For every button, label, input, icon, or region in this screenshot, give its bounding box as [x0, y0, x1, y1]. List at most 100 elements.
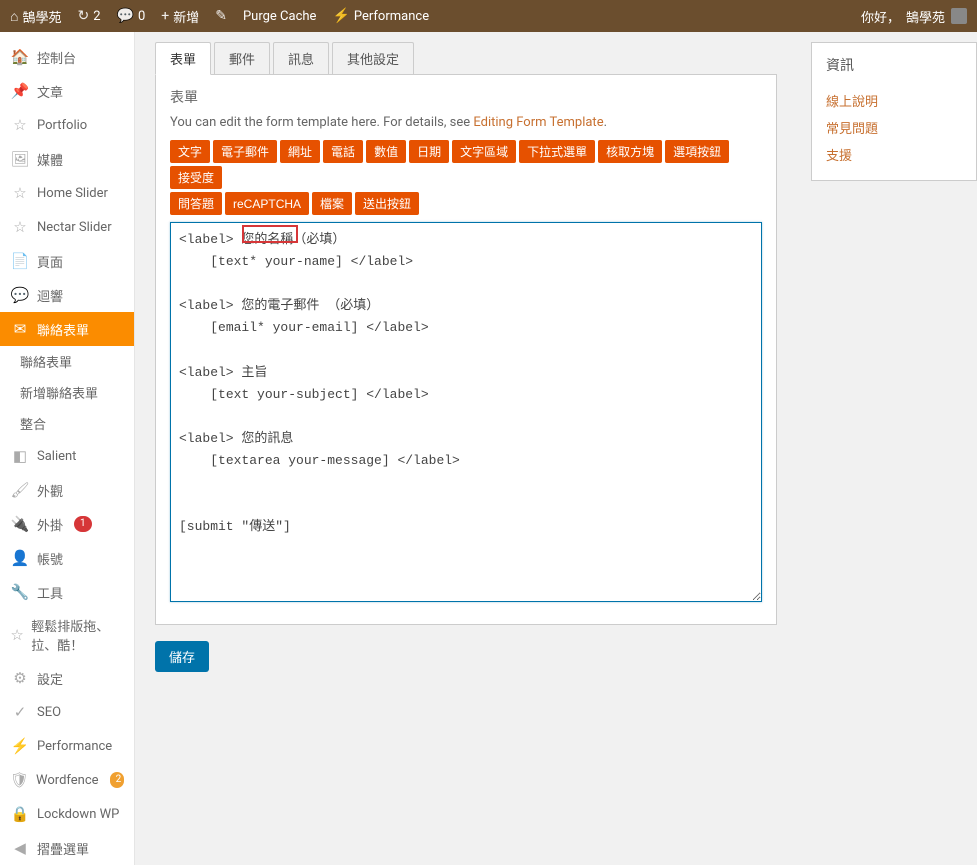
menu-label: 輕鬆排版拖、拉、酷！	[31, 616, 124, 654]
menu-item--[interactable]: 🖼 媒體	[0, 142, 134, 176]
info-link[interactable]: 支援	[826, 141, 962, 168]
info-link[interactable]: 常見問題	[826, 114, 962, 141]
collapse-icon: ◀	[10, 838, 30, 858]
menu-item-home-slider[interactable]: ☆Home Slider	[0, 176, 134, 210]
menu-item-portfolio[interactable]: ☆Portfolio	[0, 108, 134, 142]
site-link[interactable]: ⌂ 鵠學苑	[10, 7, 61, 26]
info-title: 資訊	[826, 55, 962, 75]
new-label: 新增	[173, 7, 199, 26]
menu-item--[interactable]: 📄頁面	[0, 244, 134, 278]
submenu-item[interactable]: 新增聯絡表單	[10, 377, 134, 408]
info-panel: 資訊 線上說明常見問題支援	[811, 42, 977, 181]
settings-icon: ⚙	[10, 668, 30, 688]
menu-item-salient[interactable]: ◧Salient	[0, 439, 134, 473]
tag-button[interactable]: 檔案	[312, 192, 352, 215]
main-content: 表單郵件訊息其他設定 表單 You can edit the form temp…	[135, 32, 797, 865]
star-icon: ☆	[10, 217, 30, 237]
form-panel: 表單 You can edit the form template here. …	[155, 74, 777, 625]
tag-row-2: 問答題reCAPTCHA檔案送出按鈕	[170, 192, 762, 215]
comment-icon: 💬	[117, 8, 134, 24]
menu-label: 設定	[37, 669, 63, 688]
speedometer-icon: 🏠	[10, 47, 30, 67]
menu-item--[interactable]: 🔧工具	[0, 575, 134, 609]
updates-count: 2	[93, 9, 100, 24]
site-name: 鵠學苑	[22, 7, 61, 26]
purge-cache[interactable]: Purge Cache	[243, 9, 316, 24]
tag-button[interactable]: 電子郵件	[213, 140, 277, 163]
comments-link[interactable]: 💬 0	[117, 8, 146, 24]
updates-icon: ↻	[77, 8, 89, 24]
menu-item-lockdown-wp[interactable]: 🔒 Lockdown WP	[0, 797, 134, 831]
menu-item--[interactable]: ✉聯絡表單	[0, 312, 134, 346]
menu-item--[interactable]: 🖌外觀	[0, 473, 134, 507]
submenu-item[interactable]: 整合	[10, 408, 134, 439]
submenu-item[interactable]: 聯絡表單	[10, 346, 134, 377]
wf-icon: 🛡	[10, 770, 29, 790]
menu-item--[interactable]: 🏠控制台	[0, 40, 134, 74]
salient-icon: ◧	[10, 446, 30, 466]
avatar	[951, 8, 967, 24]
badge: 2	[110, 772, 124, 788]
menu-item--[interactable]: ⚙ 設定	[0, 661, 134, 695]
lock-icon: 🔒	[10, 804, 30, 824]
menu-label: 外觀	[37, 481, 63, 500]
star-icon: ☆	[10, 183, 30, 203]
menu-item--[interactable]: 💬迴響	[0, 278, 134, 312]
form-template-textarea[interactable]	[170, 222, 762, 602]
greeting-name: 鵠學苑	[906, 7, 945, 26]
menu-label: 媒體	[37, 150, 63, 169]
badge: 1	[74, 516, 92, 532]
menu-label: 摺疊選單	[37, 839, 89, 858]
updates-link[interactable]: ↻ 2	[77, 8, 100, 24]
tag-button[interactable]: reCAPTCHA	[225, 192, 309, 215]
menu-label: SEO	[37, 705, 61, 720]
menu-item--[interactable]: ☆輕鬆排版拖、拉、酷！	[0, 609, 134, 661]
menu-label: 迴響	[37, 286, 63, 305]
tag-button[interactable]: 文字區域	[452, 140, 516, 163]
tab-訊息[interactable]: 訊息	[273, 42, 329, 74]
plus-icon: +	[161, 8, 169, 24]
menu-item-wordfence[interactable]: 🛡Wordfence2	[0, 763, 134, 797]
tag-button[interactable]: 文字	[170, 140, 210, 163]
tag-button[interactable]: 下拉式選單	[519, 140, 595, 163]
home-icon: ⌂	[10, 8, 18, 25]
tag-button[interactable]: 選項按鈕	[665, 140, 729, 163]
info-link[interactable]: 線上說明	[826, 87, 962, 114]
menu-item--[interactable]: 📌文章	[0, 74, 134, 108]
editing-template-link[interactable]: Editing Form Template	[473, 115, 603, 130]
edit-link[interactable]: ✎	[215, 8, 227, 24]
user-icon: 👤	[10, 548, 30, 568]
tag-button[interactable]: 核取方塊	[598, 140, 662, 163]
tag-button[interactable]: 送出按鈕	[355, 192, 419, 215]
menu-label: 外掛	[37, 515, 63, 534]
menu-label: Nectar Slider	[37, 220, 112, 235]
tab-表單[interactable]: 表單	[155, 42, 211, 75]
save-button[interactable]: 儲存	[155, 641, 209, 672]
menu-item-nectar-slider[interactable]: ☆ Nectar Slider	[0, 210, 134, 244]
tag-button[interactable]: 日期	[409, 140, 449, 163]
purge-label: Purge Cache	[243, 9, 316, 24]
tag-button[interactable]: 網址	[280, 140, 320, 163]
menu-label: Lockdown WP	[37, 807, 119, 822]
menu-item-performance[interactable]: ⚡Performance	[0, 729, 134, 763]
tag-button[interactable]: 問答題	[170, 192, 222, 215]
tab-其他設定[interactable]: 其他設定	[332, 42, 414, 74]
user-menu[interactable]: 你好， 鵠學苑	[861, 7, 967, 26]
panel-title: 表單	[170, 87, 762, 107]
tag-button[interactable]: 接受度	[170, 166, 222, 189]
menu-item-seo[interactable]: ✓SEO	[0, 695, 134, 729]
tab-郵件[interactable]: 郵件	[214, 42, 270, 74]
menu-item--[interactable]: 🔌外掛1	[0, 507, 134, 541]
tag-button[interactable]: 電話	[323, 140, 363, 163]
new-content[interactable]: + 新增	[161, 7, 199, 26]
menu-label: Performance	[37, 739, 112, 754]
media-icon: 🖼	[10, 149, 30, 169]
menu-label: 帳號	[37, 549, 63, 568]
performance-link[interactable]: ⚡ Performance	[332, 8, 429, 24]
page-icon: 📄	[10, 251, 30, 271]
mail-icon: ✉	[10, 319, 30, 339]
tag-button[interactable]: 數值	[366, 140, 406, 163]
menu-item--[interactable]: ◀ 摺疊選單	[0, 831, 134, 865]
menu-item--[interactable]: 👤 帳號	[0, 541, 134, 575]
info-sidebar: 資訊 線上說明常見問題支援	[797, 32, 977, 865]
